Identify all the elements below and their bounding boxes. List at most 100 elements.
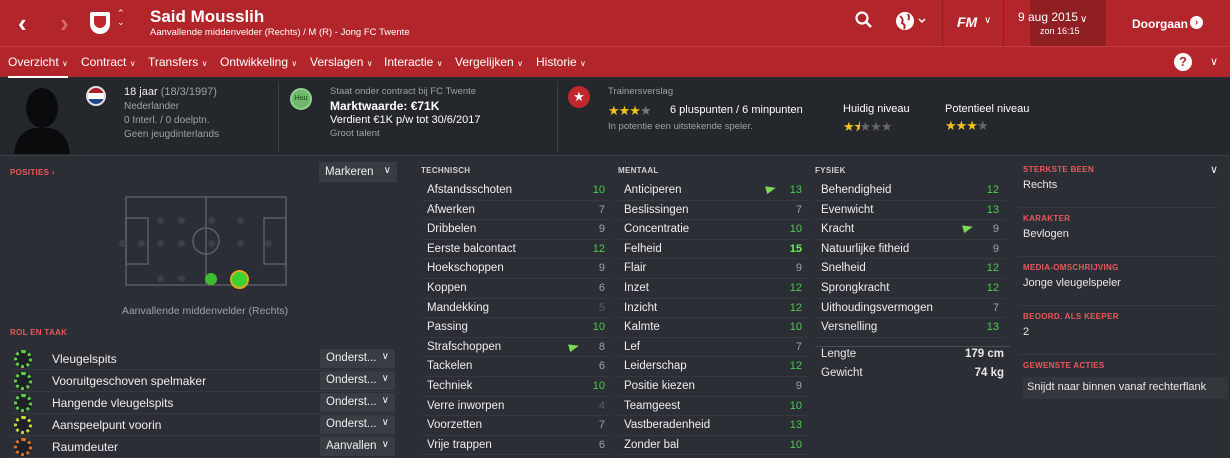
chevron-down-icon: ∨	[129, 59, 136, 68]
attribute-name: Anticiperen	[624, 184, 682, 196]
player-name: Said Mousslih	[150, 7, 265, 26]
chevron-down-icon[interactable]: ∨	[1210, 55, 1218, 68]
section-value: Jonge vleugelspeler	[1023, 277, 1121, 289]
duty-label: Onderst...	[326, 374, 377, 386]
globe-icon[interactable]	[895, 10, 929, 32]
positions-title-text: POSITIES	[10, 168, 50, 177]
role-row[interactable]: Vooruitgeschoven spelmaker Onderst... ∨	[10, 370, 395, 392]
report-note: In potentie een uitstekende speler.	[608, 121, 753, 132]
age-value: 18 jaar	[124, 86, 158, 98]
attribute-value: 6	[598, 282, 605, 294]
chevron-down-icon[interactable]: ∨	[984, 15, 991, 26]
role-name: Hangende vleugelspits	[52, 396, 174, 410]
preferred-moves-section: GEWENSTE ACTIES Snijdt naar binnen vanaf…	[1018, 356, 1228, 404]
attribute-name: Felheid	[624, 242, 662, 255]
attribute-name: Evenwicht	[821, 203, 874, 216]
section-value: Bevlogen	[1023, 228, 1069, 240]
role-name: Raumdeuter	[52, 440, 119, 454]
attribute-name: Dribbelen	[427, 223, 477, 236]
attribute-name: Snelheid	[821, 262, 866, 275]
attribute-value: 13	[789, 419, 802, 432]
chevron-down-icon: ∨	[381, 351, 389, 362]
chevron-down-icon[interactable]: ∨	[1080, 14, 1087, 25]
position-dot	[138, 240, 145, 247]
tab-label: Vergelijken	[455, 55, 514, 69]
separator	[1105, 0, 1106, 46]
attribute-name: Verre inworpen	[427, 399, 505, 412]
tab-verslagen[interactable]: Verslagen ∨	[310, 47, 373, 78]
attribute-row: Afstandsschoten 10	[421, 181, 611, 201]
media-section: MEDIA-OMSCHRIJVING Jonge vleugelspeler	[1018, 258, 1218, 306]
duty-dropdown[interactable]: Onderst... ∨	[320, 371, 395, 390]
attribute-name: Versnelling	[821, 321, 878, 334]
attribute-value: 9	[795, 262, 802, 275]
attribute-name: Inzicht	[624, 301, 658, 314]
attribute-name: Vastberadenheid	[624, 419, 711, 432]
separator	[1003, 0, 1004, 46]
continue-button[interactable]: Doorgaan	[1132, 17, 1188, 31]
help-icon[interactable]: ?	[1174, 53, 1192, 71]
tab-interactie[interactable]: Interactie ∨	[384, 47, 443, 78]
market-value: Marktwaarde: €71K	[330, 99, 440, 113]
attribute-name: Kalmte	[624, 321, 660, 334]
duty-dropdown[interactable]: Onderst... ∨	[320, 349, 395, 368]
nav-bar: Overzicht ∨ Contract ∨ Transfers ∨ Ontwi…	[0, 46, 1230, 78]
attribute-row: Flair 9	[618, 259, 808, 279]
star-empty-icon: ★★★	[859, 119, 893, 134]
role-row[interactable]: Raumdeuter Aanvallen ∨	[10, 436, 395, 458]
star-empty-icon: ★	[639, 103, 652, 118]
role-row[interactable]: Aanspeelpunt voorin Onderst... ∨	[10, 414, 395, 436]
player-age: 18 jaar (18/3/1997)	[124, 86, 217, 98]
star-icon: ★⯨	[843, 119, 861, 134]
duty-dropdown[interactable]: Onderst... ∨	[320, 415, 395, 434]
duty-dropdown[interactable]: Aanvallen ∨	[320, 437, 395, 456]
section-title: KARAKTER	[1023, 214, 1071, 223]
youth-caps: Geen jeugdinterlands	[124, 129, 220, 140]
attribute-row: Inzicht 12	[618, 299, 808, 319]
tab-label: Overzicht	[8, 55, 59, 69]
attribute-row: Koppen 6	[421, 279, 611, 299]
tab-contract[interactable]: Contract ∨	[81, 47, 136, 78]
attribute-row: Vastberadenheid 13	[618, 416, 808, 436]
attribute-name: Uithoudingsvermogen	[821, 301, 933, 314]
attribute-row: Tackelen 6	[421, 357, 611, 377]
international-caps: 0 Interl. / 0 doelptn.	[124, 115, 210, 126]
mental-title: MENTAAL	[618, 166, 659, 175]
current-ability-label: Huidig niveau	[843, 103, 910, 115]
search-icon[interactable]	[855, 11, 873, 29]
fm-menu-label[interactable]: FM	[957, 14, 977, 30]
attribute-name: Inzet	[624, 282, 649, 294]
section-title: MEDIA-OMSCHRIJVING	[1023, 263, 1119, 272]
attribute-value: 6	[598, 438, 605, 451]
team-switch-icon[interactable]: ⌃ ⌄	[117, 9, 125, 27]
club-crest-icon[interactable]	[90, 12, 110, 34]
tab-overzicht[interactable]: Overzicht ∨	[8, 47, 68, 78]
attribute-row: Techniek 10	[421, 377, 611, 397]
attribute-name: Natuurlijke fitheid	[821, 242, 910, 255]
positions-title[interactable]: POSITIES ›	[10, 168, 55, 177]
role-name: Aanspeelpunt voorin	[52, 418, 162, 432]
role-row[interactable]: Vleugelspits Onderst... ∨	[10, 348, 395, 370]
mark-dropdown[interactable]: Markeren ∨	[319, 162, 397, 182]
attribute-value: 8	[598, 340, 605, 353]
attribute-value: 10	[789, 223, 802, 236]
attribute-row: Anticiperen 13	[618, 181, 808, 201]
tab-historie[interactable]: Historie ∨	[536, 47, 586, 78]
potential-tag: Groot talent	[330, 128, 380, 139]
technical-title: TECHNISCH	[421, 166, 471, 175]
tab-vergelijken[interactable]: Vergelijken ∨	[455, 47, 523, 78]
attribute-value: 5	[598, 301, 605, 314]
current-ability-stars: ★⯨★★★	[843, 118, 893, 140]
role-row[interactable]: Hangende vleugelspits Onderst... ∨	[10, 392, 395, 414]
attribute-name: Afstandsschoten	[427, 184, 513, 196]
chevron-down-icon: ∨	[381, 417, 389, 428]
attribute-row: Hoekschoppen 9	[421, 259, 611, 279]
forward-icon[interactable]: ›	[60, 0, 69, 46]
weight-label: Gewicht	[821, 367, 863, 379]
tab-ontwikkeling[interactable]: Ontwikkeling ∨	[220, 47, 297, 78]
chevron-down-icon: ∨	[201, 59, 208, 68]
duty-dropdown[interactable]: Onderst... ∨	[320, 393, 395, 412]
tab-transfers[interactable]: Transfers ∨	[148, 47, 207, 78]
back-icon[interactable]: ‹	[18, 0, 27, 46]
continue-arrow-icon[interactable]: ›	[1190, 16, 1203, 29]
